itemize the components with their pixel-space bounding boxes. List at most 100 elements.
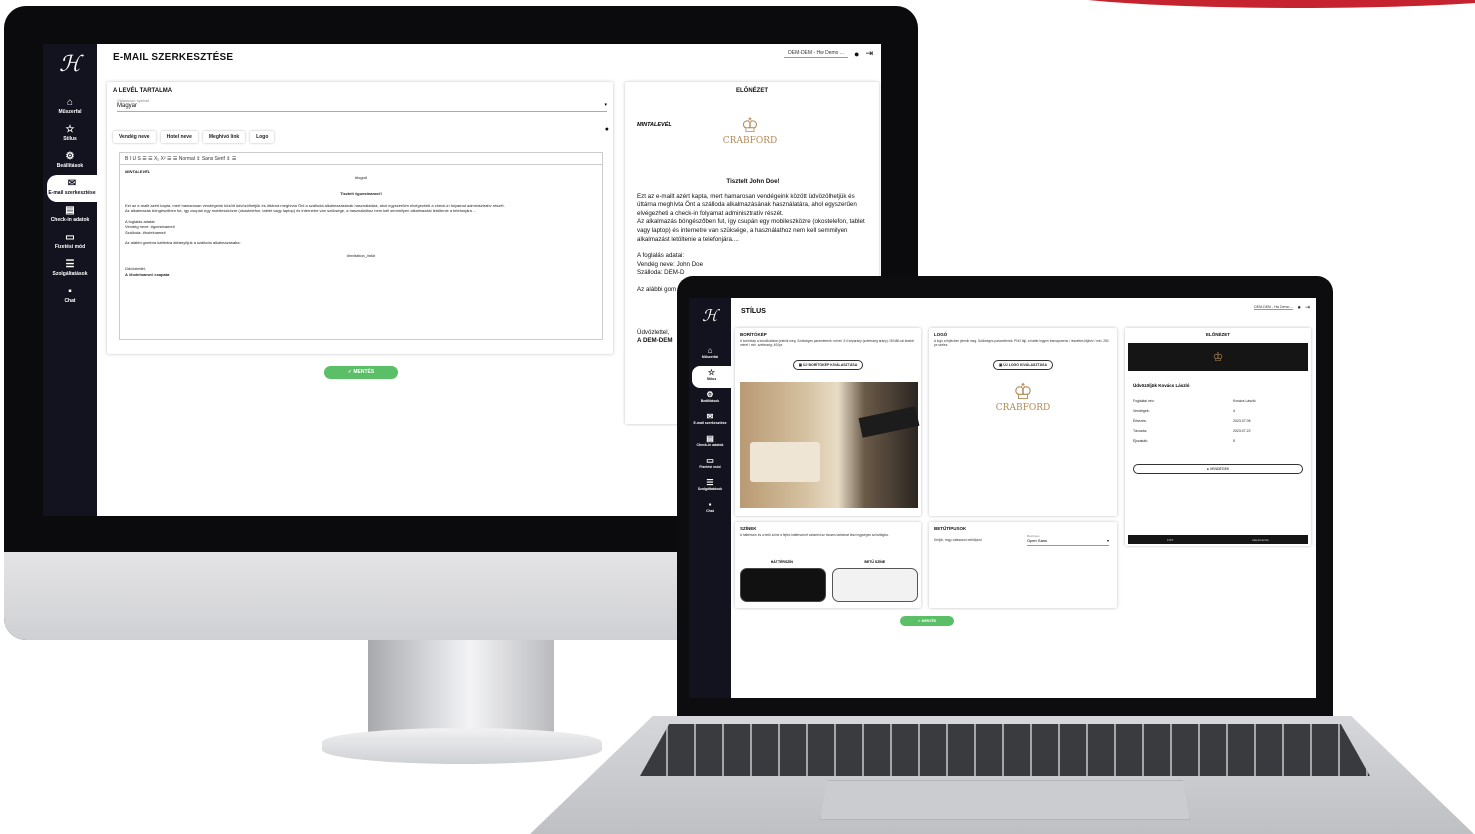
guests-label: VENDÉGEK [1209, 467, 1230, 471]
home-icon: ⌂ [707, 346, 713, 355]
content-card: A LEVÉL TARTALMA Válasszon nyelvet Magya… [107, 82, 613, 354]
sidebar-item-label: Szolgáltatások [52, 271, 88, 277]
sidebar-item-payment[interactable]: ▭ Fizetési mód [689, 454, 731, 476]
cover-description: A borítókép a kezdőoldalon jelenik meg. … [740, 339, 914, 348]
user-icon[interactable]: ● [1297, 305, 1301, 311]
preview-paragraph: Vendég neve: John Doe [637, 260, 704, 268]
chip-invite-link[interactable]: Meghívó link [203, 131, 245, 143]
sidebar-item-label: Chat [706, 509, 714, 513]
row-value: 2023.07.06 [1233, 419, 1251, 423]
booking-row: Távozás: 2023.07.22 [1133, 426, 1303, 436]
top-bar: DEM-DEM - Hw Demo ... ● ⇥ [1254, 304, 1310, 311]
hotel-select[interactable]: DEM-DEM - Hw Demo ... [1254, 305, 1294, 310]
sidebar-item-settings[interactable]: ⚙ Beállítások [43, 148, 97, 175]
sidebar-item-chat[interactable]: ▪ Chat [689, 498, 731, 520]
card-title: A LEVÉL TARTALMA [113, 88, 173, 94]
sidebar-item-label: Műszerfal [58, 109, 82, 115]
language-select[interactable]: Válasszon nyelvet Magyar ▾ [117, 98, 607, 112]
logout-icon[interactable]: ⇥ [865, 48, 873, 59]
chat-icon: ▪ [708, 500, 712, 509]
editor-line: #logo# [354, 174, 367, 180]
sidebar-item-email[interactable]: ✉ E-mail szerkesztése [47, 175, 97, 202]
editor-line: Az alkalmazás böngészőben fut, így csupá… [125, 208, 477, 213]
guests-button[interactable]: ● VENDÉGEK [1133, 464, 1303, 474]
page-title: STÍLUS [741, 308, 766, 315]
cover-title: BORÍTÓKÉP [740, 332, 767, 337]
sidebar-item-label: Chat [64, 298, 76, 304]
sidebar-item-label: E-mail szerkesztése [693, 421, 727, 425]
user-icon[interactable]: ● [854, 49, 859, 59]
fg-color-label: BETŰ SZÍNE [864, 560, 886, 564]
footer-right[interactable]: Alapfunkciók [1252, 538, 1269, 542]
brand-logo: ♔ CRABFORD [715, 116, 785, 146]
language-value: Magyar [117, 103, 138, 109]
marketing-scene: ℋ ⌂ Műszerfal ☆ Stílus ⚙ Beállítások ✉ E-mai… [0, 0, 1475, 834]
sidebar-item-checkin[interactable]: ▤ Check-in adatok [43, 202, 97, 229]
sidebar-item-services[interactable]: ☰ Szolgáltatások [689, 476, 731, 498]
chip-hotel-name[interactable]: Hotel neve [161, 131, 198, 143]
list-icon: ☰ [706, 478, 714, 487]
font-select[interactable]: Betűtípus Open Sans ▾ [1027, 534, 1109, 546]
chip-logo[interactable]: Logo [250, 131, 274, 143]
sidebar-item-payment[interactable]: ▭ Fizetési mód [43, 229, 97, 256]
monitor-stand [368, 640, 554, 738]
card-icon: ▭ [706, 456, 714, 465]
fonts-title: BETŰTÍPUSOK [934, 526, 967, 531]
preview-welcome: Üdvözöljük Kovács László [1133, 383, 1190, 388]
bed-shape [750, 442, 820, 482]
chevron-down-icon: ▾ [1106, 538, 1109, 543]
row-value: 4 [1233, 409, 1235, 413]
fg-color-swatch[interactable] [832, 568, 918, 602]
sidebar-item-style[interactable]: ☆ Stílus [43, 121, 97, 148]
preview-title: ELŐNÉZET [735, 88, 768, 94]
row-value: 2023.07.22 [1233, 429, 1251, 433]
bg-color-swatch[interactable] [740, 568, 826, 602]
booking-row: Vendégek: 4 [1133, 406, 1303, 416]
new-logo-button[interactable]: ▣ ÚJ LOGÓ KIVÁLASZTÁSA [992, 360, 1054, 371]
editor-body[interactable]: MINTALEVÉL #logo# Tisztelt #guestname#! … [120, 165, 602, 281]
info-icon[interactable]: ● [605, 126, 609, 133]
logout-icon[interactable]: ⇥ [1305, 304, 1310, 311]
sidebar-item-style[interactable]: ☆ Stílus [692, 366, 731, 388]
sidebar-item-label: Fizetési mód [699, 465, 721, 469]
home-icon: ⌂ [66, 97, 74, 108]
sidebar-item-chat[interactable]: ▪ Chat [43, 283, 97, 310]
row-value: 5 [1233, 439, 1235, 443]
sidebar-item-label: Beállítások [56, 163, 84, 169]
sidebar-item-services[interactable]: ☰ Szolgáltatások [43, 256, 97, 283]
crest-icon: ♔ [1013, 379, 1033, 405]
new-logo-label: ÚJ LOGÓ KIVÁLASZTÁSA [1003, 363, 1048, 368]
card-icon: ▭ [65, 232, 75, 243]
sidebar-item-email[interactable]: ✉ E-mail szerkesztése [689, 410, 731, 432]
sidebar-item-settings[interactable]: ⚙ Beállítások [689, 388, 731, 410]
row-value: Kovács László [1233, 399, 1256, 403]
gear-icon: ⚙ [706, 390, 714, 399]
save-button[interactable]: ✓ MENTÉS [324, 366, 398, 379]
preview-header: ♔ [1128, 343, 1308, 371]
preview-sample-label: MINTALEVÉL [637, 122, 672, 128]
colors-card: SZÍNEK A háttérszín és a betű színe a fe… [735, 522, 921, 608]
chip-guest-name[interactable]: Vendég neve [113, 131, 156, 143]
sidebar-item-label: Szolgáltatások [697, 487, 723, 491]
row-key: Vendégek: [1133, 409, 1150, 413]
save-button[interactable]: ✓ MENTÉS [900, 616, 954, 626]
new-cover-button[interactable]: ▣ ÚJ BORÍTÓKÉP KIVÁLASZTÁSA [792, 360, 864, 371]
editor-line: Az alábbi gombra kattintva átirányítjuk … [125, 240, 241, 245]
booking-row: Éjszakák: 5 [1133, 436, 1303, 446]
sidebar-item-checkin[interactable]: ▤ Check-in adatok [689, 432, 731, 454]
sidebar-item-dashboard[interactable]: ⌂ Műszerfal [689, 344, 731, 366]
preview-paragraph: Ezt az e-mailt azért kapta, mert hamaros… [637, 192, 857, 217]
hotel-select[interactable]: DEM-DEM - Hw Demo ... [784, 49, 849, 58]
crest-icon: ♔ [1212, 350, 1224, 364]
sidebar-item-dashboard[interactable]: ⌂ Műszerfal [43, 94, 97, 121]
rich-text-editor[interactable]: B I U S ☰ ☰ X₂ X² ☰ ☰ Normal ⇕ Sans Seri… [119, 152, 603, 340]
editor-line: Tisztelt #guestname#! [340, 191, 382, 196]
editor-toolbar[interactable]: B I U S ☰ ☰ X₂ X² ☰ ☰ Normal ⇕ Sans Seri… [120, 153, 602, 165]
preview-paragraph: A foglalás adatai: [637, 252, 685, 260]
row-key: Foglalási név: [1133, 399, 1155, 403]
mail-icon: ✉ [706, 412, 714, 421]
sidebar-item-label: Check-in adatok [696, 443, 724, 447]
sidebar-item-label: Műszerfal [701, 355, 719, 359]
footer-left[interactable]: FIZT [1167, 538, 1173, 542]
logo-preview: ♔ CRABFORD [929, 379, 1117, 414]
